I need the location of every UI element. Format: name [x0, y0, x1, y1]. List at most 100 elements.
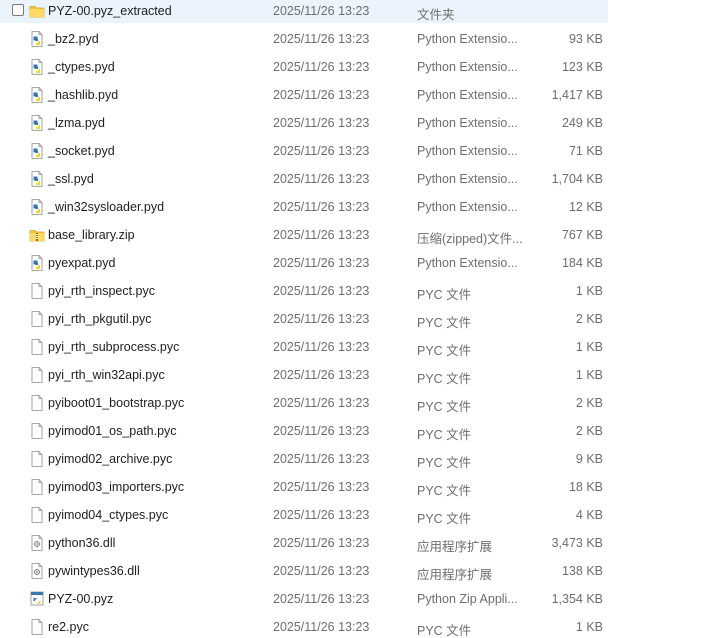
file-type: Python Extensio... — [417, 60, 518, 74]
file-type: 文件夹 — [417, 8, 455, 22]
python-file-icon — [29, 86, 45, 104]
dll-file-icon — [29, 562, 45, 580]
file-type: Python Extensio... — [417, 172, 518, 186]
file-row[interactable]: pyimod01_os_path.pyc 2025/11/26 13:23 PYC … — [0, 420, 608, 443]
file-name: pyimod04_ctypes.pyc — [48, 508, 169, 522]
file-name: pyimod02_archive.pyc — [48, 452, 173, 466]
modified-date: 2025/11/26 13:23 — [273, 368, 370, 382]
file-size: 71 KB — [568, 144, 603, 158]
file-type: PYC 文件 — [417, 428, 472, 442]
file-name: PYZ-00.pyz — [48, 592, 114, 606]
file-row[interactable]: pywintypes36.dll 2025/11/26 13:23 应用程序扩展 13… — [0, 560, 608, 583]
file-type: Python Extensio... — [417, 144, 518, 158]
file-name: _lzma.pyd — [48, 116, 105, 130]
blank-file-icon — [29, 506, 45, 524]
file-size: 9 KB — [575, 452, 603, 466]
blank-file-icon — [29, 338, 45, 356]
file-row[interactable]: PYZ-00.pyz_extracted 2025/11/26 13:23 文件夹 — [0, 0, 608, 23]
python-file-icon — [29, 170, 45, 188]
file-size: 249 KB — [561, 116, 603, 130]
file-name: pywintypes36.dll — [48, 564, 140, 578]
file-size: 1 KB — [575, 284, 603, 298]
modified-date: 2025/11/26 13:23 — [273, 256, 370, 270]
file-size: 1 KB — [575, 340, 603, 354]
file-name: _ctypes.pyd — [48, 60, 115, 74]
file-type: PYC 文件 — [417, 624, 472, 638]
file-row[interactable]: _lzma.pyd 2025/11/26 13:23 Python Extensio… — [0, 112, 608, 135]
file-size: 123 KB — [561, 60, 603, 74]
blank-file-icon — [29, 394, 45, 412]
modified-date: 2025/11/26 13:23 — [273, 592, 370, 606]
modified-date: 2025/11/26 13:23 — [273, 340, 370, 354]
file-row[interactable]: pyi_rth_win32api.pyc 2025/11/26 13:23 PYC … — [0, 364, 608, 387]
python-file-icon — [29, 58, 45, 76]
file-name: pyiboot01_bootstrap.pyc — [48, 396, 185, 410]
file-row[interactable]: python36.dll 2025/11/26 13:23 应用程序扩展 3,473 … — [0, 532, 608, 555]
file-row[interactable]: _socket.pyd 2025/11/26 13:23 Python Extens… — [0, 140, 608, 163]
file-type: 压缩(zipped)文件... — [417, 232, 523, 246]
file-type: Python Extensio... — [417, 256, 518, 270]
file-size: 3,473 KB — [551, 536, 603, 550]
file-name: _bz2.pyd — [48, 32, 99, 46]
file-row[interactable]: pyexpat.pyd 2025/11/26 13:23 Python Extens… — [0, 252, 608, 275]
modified-date: 2025/11/26 13:23 — [273, 564, 370, 578]
file-type: PYC 文件 — [417, 288, 472, 302]
file-row[interactable]: pyimod02_archive.pyc 2025/11/26 13:23 PYC … — [0, 448, 608, 471]
folder-icon — [29, 2, 45, 20]
python-file-icon — [29, 114, 45, 132]
file-size: 138 KB — [561, 564, 603, 578]
file-type: Python Extensio... — [417, 200, 518, 214]
file-row[interactable]: _hashlib.pyd 2025/11/26 13:23 Python Exten… — [0, 84, 608, 107]
file-type: 应用程序扩展 — [417, 540, 493, 554]
file-name: pyimod01_os_path.pyc — [48, 424, 177, 438]
blank-file-icon — [29, 450, 45, 468]
file-row[interactable]: pyimod03_importers.pyc 2025/11/26 13:23 PY… — [0, 476, 608, 499]
file-size: 18 KB — [568, 480, 603, 494]
file-name: _win32sysloader.pyd — [48, 200, 165, 214]
blank-file-icon — [29, 618, 45, 636]
zip-folder-icon — [29, 226, 45, 244]
file-size: 12 KB — [568, 200, 603, 214]
modified-date: 2025/11/26 13:23 — [273, 480, 370, 494]
modified-date: 2025/11/26 13:23 — [273, 144, 370, 158]
modified-date: 2025/11/26 13:23 — [273, 396, 370, 410]
file-size: 184 KB — [561, 256, 603, 270]
file-name: pyi_rth_subprocess.pyc — [48, 340, 180, 354]
blank-file-icon — [29, 422, 45, 440]
file-name: base_library.zip — [48, 228, 135, 242]
file-row[interactable]: pyi_rth_subprocess.pyc 2025/11/26 13:23 PY… — [0, 336, 608, 359]
file-name: _hashlib.pyd — [48, 88, 119, 102]
pyz-file-icon — [29, 590, 45, 608]
select-checkbox[interactable] — [12, 4, 24, 16]
file-size: 2 KB — [575, 312, 603, 326]
file-row[interactable]: _ctypes.pyd 2025/11/26 13:23 Python Extens… — [0, 56, 608, 79]
modified-date: 2025/11/26 13:23 — [273, 200, 370, 214]
file-row[interactable]: pyi_rth_pkgutil.pyc 2025/11/26 13:23 PYC 文… — [0, 308, 608, 331]
python-file-icon — [29, 142, 45, 160]
file-size: 2 KB — [575, 396, 603, 410]
file-size: 1,417 KB — [551, 88, 603, 102]
modified-date: 2025/11/26 13:23 — [273, 4, 370, 18]
file-type: PYC 文件 — [417, 372, 472, 386]
file-name: re2.pyc — [48, 620, 89, 634]
file-type: Python Zip Appli... — [417, 592, 518, 606]
file-list: PYZ-00.pyz_extracted 2025/11/26 13:23 文件夹 _… — [0, 0, 706, 638]
file-name: _ssl.pyd — [48, 172, 94, 186]
file-size: 4 KB — [575, 508, 603, 522]
file-type: PYC 文件 — [417, 400, 472, 414]
python-file-icon — [29, 198, 45, 216]
file-row[interactable]: _win32sysloader.pyd 2025/11/26 13:23 Pytho… — [0, 196, 608, 219]
modified-date: 2025/11/26 13:23 — [273, 284, 370, 298]
file-row[interactable]: _ssl.pyd 2025/11/26 13:23 Python Extensio.… — [0, 168, 608, 191]
file-row[interactable]: pyiboot01_bootstrap.pyc 2025/11/26 13:23 P… — [0, 392, 608, 415]
file-row[interactable]: base_library.zip 2025/11/26 13:23 压缩(zippe… — [0, 224, 608, 247]
blank-file-icon — [29, 366, 45, 384]
file-size: 767 KB — [561, 228, 603, 242]
file-size: 93 KB — [568, 32, 603, 46]
file-row[interactable]: re2.pyc 2025/11/26 13:23 PYC 文件 1 KB — [0, 616, 608, 638]
file-row[interactable]: _bz2.pyd 2025/11/26 13:23 Python Extensio.… — [0, 28, 608, 51]
file-name: pyexpat.pyd — [48, 256, 116, 270]
file-row[interactable]: pyi_rth_inspect.pyc 2025/11/26 13:23 PYC 文… — [0, 280, 608, 303]
file-row[interactable]: PYZ-00.pyz 2025/11/26 13:23 Python Zip App… — [0, 588, 608, 611]
file-row[interactable]: pyimod04_ctypes.pyc 2025/11/26 13:23 PYC 文… — [0, 504, 608, 527]
